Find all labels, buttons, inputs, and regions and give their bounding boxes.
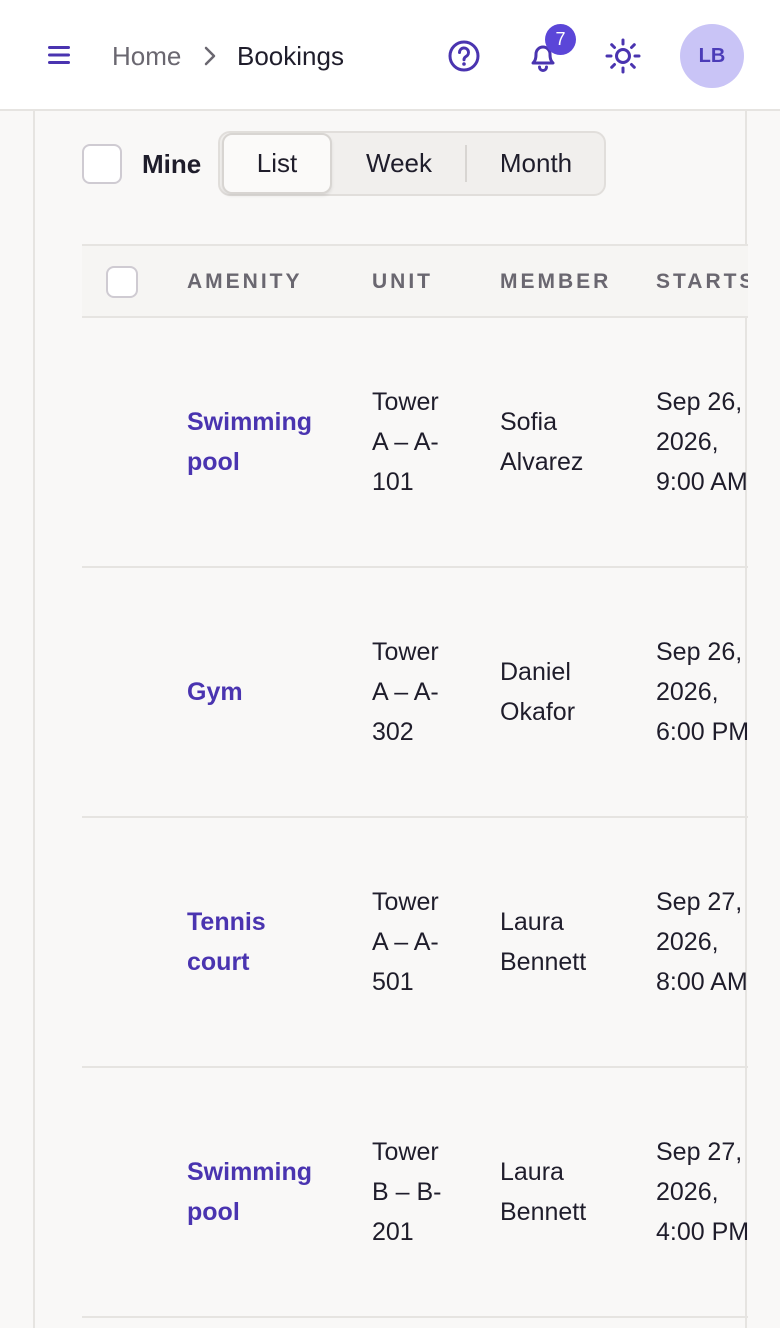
view-switcher: List Week Month bbox=[218, 131, 606, 196]
menu-button[interactable] bbox=[38, 35, 82, 75]
breadcrumb-home[interactable]: Home bbox=[112, 38, 181, 74]
mine-label: Mine bbox=[142, 149, 202, 179]
view-list-button[interactable]: List bbox=[222, 133, 332, 194]
menu-icon bbox=[48, 46, 70, 64]
table-row[interactable]: Tennis court Tower A – A- 501 Laura Benn… bbox=[82, 818, 748, 1068]
unit-cell: Tower A – A- 501 bbox=[372, 888, 439, 996]
view-week-button[interactable]: Week bbox=[334, 133, 464, 194]
bookings-table: AMENITY UNIT MEMBER STARTS Swimming pool… bbox=[82, 244, 748, 1328]
amenity-link[interactable]: Tennis court bbox=[187, 902, 337, 982]
view-month-button[interactable]: Month bbox=[468, 133, 604, 194]
help-button[interactable] bbox=[444, 36, 484, 76]
unit-cell: Tower B – B- 201 bbox=[372, 1138, 442, 1246]
mine-checkbox[interactable] bbox=[82, 144, 122, 184]
starts-cell: Sep 26, 2026, 6:00 PM bbox=[656, 638, 748, 746]
chevron-right-icon bbox=[204, 46, 216, 66]
table-header: AMENITY UNIT MEMBER STARTS bbox=[82, 244, 748, 318]
unit-cell: Tower A – A- 101 bbox=[372, 388, 439, 496]
column-header-amenity[interactable]: AMENITY bbox=[187, 268, 303, 296]
table-row[interactable]: Gym Tower A – A- 302 Daniel Okafor Sep 2… bbox=[82, 568, 748, 818]
theme-toggle-button[interactable] bbox=[602, 35, 644, 77]
member-cell: Sofia Alvarez bbox=[500, 408, 584, 476]
table-row[interactable]: Swimming pool Tower A – A- 101 Sofia Alv… bbox=[82, 318, 748, 568]
member-cell: Daniel Okafor bbox=[500, 658, 576, 726]
help-icon bbox=[448, 40, 480, 72]
amenity-link[interactable]: Swimming pool bbox=[187, 402, 337, 482]
member-cell: Laura Bennett bbox=[500, 1158, 587, 1226]
user-avatar[interactable]: LB bbox=[680, 24, 744, 88]
column-header-unit[interactable]: UNIT bbox=[372, 268, 433, 296]
select-all-checkbox[interactable] bbox=[106, 266, 138, 298]
amenity-link[interactable]: Gym bbox=[187, 672, 337, 712]
amenity-link[interactable]: Swimming pool bbox=[187, 1152, 337, 1232]
sun-icon bbox=[605, 38, 641, 74]
unit-cell: Tower A – A- 302 bbox=[372, 638, 439, 746]
notification-badge: 7 bbox=[545, 24, 576, 55]
segment-divider bbox=[465, 145, 467, 182]
column-header-starts[interactable]: STARTS bbox=[656, 268, 748, 296]
starts-cell: Sep 27, 2026, 8:00 AM bbox=[656, 888, 748, 996]
breadcrumb-current: Bookings bbox=[237, 41, 344, 71]
column-header-member[interactable]: MEMBER bbox=[500, 268, 611, 296]
table-row[interactable]: Swimming pool Tower B – B- 201 Laura Ben… bbox=[82, 1068, 748, 1318]
top-bar: Home Bookings 7 LB bbox=[0, 0, 780, 111]
member-cell: Laura Bennett bbox=[500, 908, 587, 976]
starts-cell: Sep 27, 2026, 4:00 PM bbox=[656, 1138, 748, 1246]
starts-cell: Sep 26, 2026, 9:00 AM bbox=[656, 388, 748, 496]
